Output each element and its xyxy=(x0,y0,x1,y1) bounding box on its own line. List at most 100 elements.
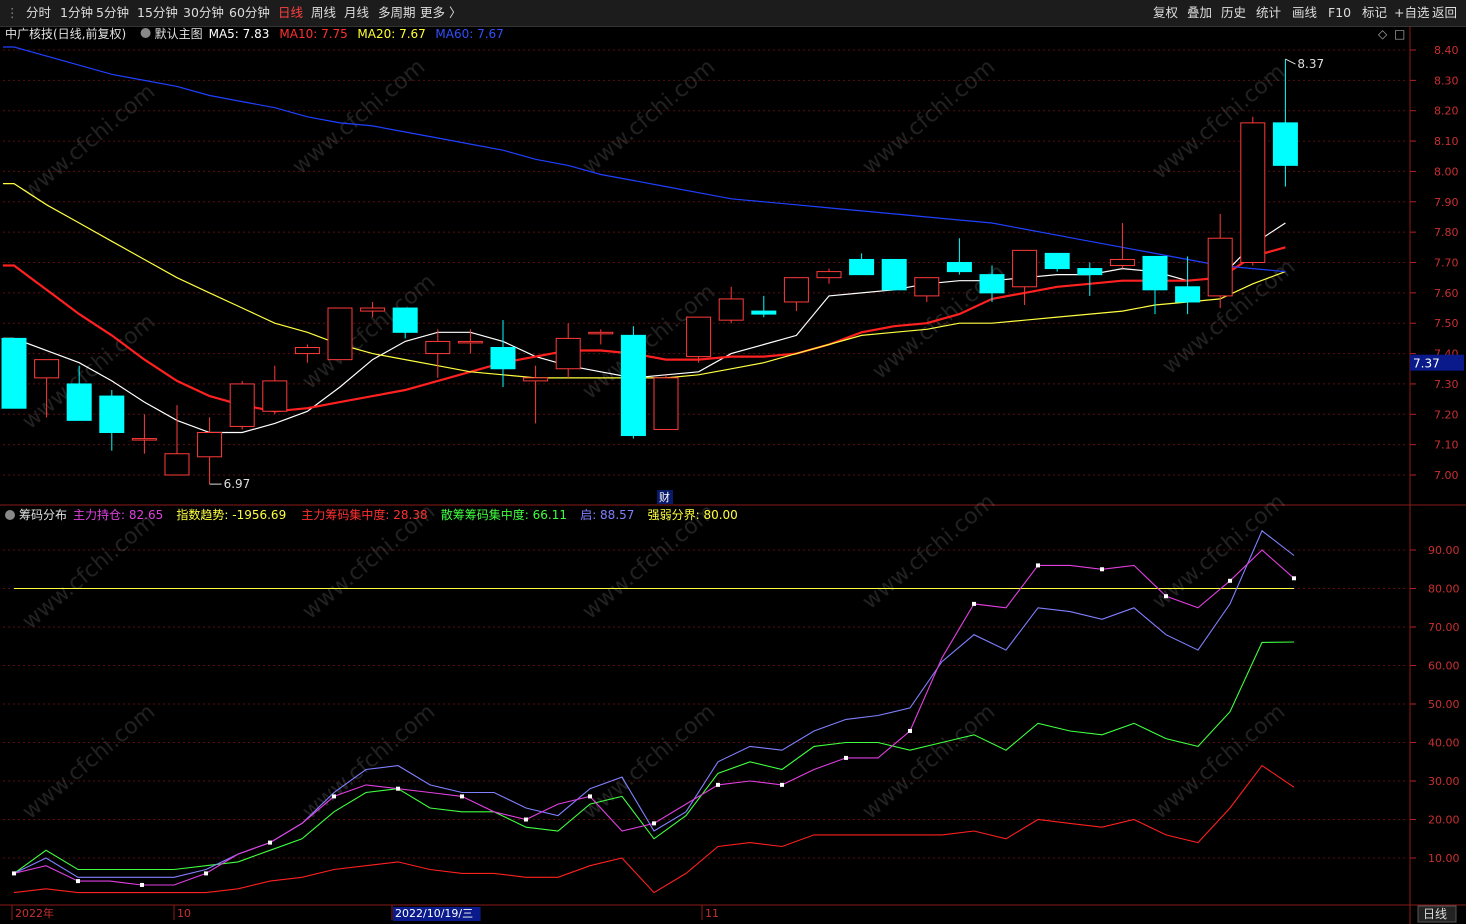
candle[interactable] xyxy=(490,320,516,387)
indicator-legend-0: 主力持仓: 82.65 xyxy=(73,507,163,522)
candle[interactable] xyxy=(1207,213,1233,309)
candle[interactable] xyxy=(751,295,777,318)
candle[interactable] xyxy=(588,329,614,345)
diamond-icon: ◇ xyxy=(1378,27,1388,41)
candle-body xyxy=(946,262,972,273)
candle[interactable] xyxy=(686,316,712,363)
candle[interactable] xyxy=(914,277,940,302)
ytick-label: 8.40 xyxy=(1434,44,1459,57)
period-tab-5[interactable]: 60分钟 xyxy=(229,0,270,26)
marker-point xyxy=(332,794,336,799)
collapse-icon[interactable]: ⋮ xyxy=(6,0,19,26)
period-tab-1[interactable]: 1分钟 xyxy=(60,0,93,26)
toolbar-right-4[interactable]: 画线 xyxy=(1292,0,1317,26)
candle-body xyxy=(1142,255,1168,291)
ytick-label: 8.00 xyxy=(1434,165,1459,178)
marker-point xyxy=(460,794,464,799)
candle-body xyxy=(555,337,581,370)
marker-point xyxy=(12,871,16,876)
candle-body xyxy=(751,310,777,315)
candle[interactable] xyxy=(229,380,255,430)
ytick-label: 8.30 xyxy=(1434,74,1459,87)
candle-body xyxy=(164,453,190,476)
period-tab-3[interactable]: 15分钟 xyxy=(137,0,178,26)
candle[interactable] xyxy=(620,326,646,439)
candle[interactable] xyxy=(99,390,125,451)
watermark-text: www.cfchi.com xyxy=(858,489,1000,614)
marker-point xyxy=(1164,594,1168,599)
candle[interactable] xyxy=(1240,116,1266,266)
watermark-text: www.cfchi.com xyxy=(18,79,160,204)
candle[interactable] xyxy=(816,268,842,284)
candle[interactable] xyxy=(783,277,809,312)
template-toggle-icon[interactable] xyxy=(140,28,151,38)
candle[interactable] xyxy=(1,337,27,409)
candle-body xyxy=(262,380,288,412)
period-tab-4[interactable]: 30分钟 xyxy=(183,0,224,26)
toolbar-right-1[interactable]: 叠加 xyxy=(1187,0,1212,26)
candle-body xyxy=(229,383,255,427)
candle[interactable] xyxy=(1044,252,1070,272)
toolbar-right-8[interactable]: 返回 xyxy=(1432,0,1457,26)
toolbar-right-6[interactable]: 标记 xyxy=(1362,0,1387,26)
candle[interactable] xyxy=(131,414,157,454)
watermark-text: www.cfchi.com xyxy=(858,699,1000,824)
candle[interactable] xyxy=(946,238,972,275)
toolbar-right-7[interactable]: +自选 xyxy=(1394,0,1429,26)
watermark-text: www.cfchi.com xyxy=(298,269,440,394)
candle[interactable] xyxy=(718,286,744,324)
marker-point xyxy=(524,817,528,822)
candle[interactable] xyxy=(457,329,483,354)
maximize-icon: □ xyxy=(1394,27,1405,41)
xtick-label: 2022/10/19/三 xyxy=(395,907,473,920)
indicator-legend-4: 启: 88.57 xyxy=(580,508,634,522)
marker-point xyxy=(780,782,784,787)
marker-point xyxy=(1100,567,1104,572)
candle[interactable] xyxy=(197,417,223,485)
marker-point xyxy=(844,755,848,760)
ytick-label: 8.10 xyxy=(1434,135,1459,148)
candle-body xyxy=(425,340,451,355)
indicator-legend-3: 散筹筹码集中度: 66.11 xyxy=(441,507,567,522)
period-tab-9[interactable]: 多周期 xyxy=(378,0,416,26)
watermark-text: www.cfchi.com xyxy=(298,699,440,824)
candle[interactable] xyxy=(1012,249,1038,305)
candle-body xyxy=(294,347,320,355)
ytick-label: 7.60 xyxy=(1434,287,1459,300)
ytick-label: 7.80 xyxy=(1434,226,1459,239)
period-tab-6[interactable]: 日线 xyxy=(278,0,303,26)
candle[interactable] xyxy=(1175,256,1201,315)
toolbar-right-5[interactable]: F10 xyxy=(1328,0,1351,26)
toolbar-right-3[interactable]: 统计 xyxy=(1256,0,1281,26)
watermark-text: www.cfchi.com xyxy=(1148,699,1290,824)
period-tab-0[interactable]: 分时 xyxy=(26,0,51,26)
toolbar-right-0[interactable]: 复权 xyxy=(1153,0,1178,26)
candle[interactable] xyxy=(1077,262,1103,296)
candle-body xyxy=(588,331,614,335)
period-button: 日线 xyxy=(1423,907,1447,921)
candle[interactable] xyxy=(653,374,679,430)
period-tab-8[interactable]: 月线 xyxy=(344,0,369,26)
period-tab-7[interactable]: 周线 xyxy=(311,0,336,26)
indicator-legend-2: 主力筹码集中度: 28.38 xyxy=(301,507,427,522)
watermark-text: www.cfchi.com xyxy=(18,509,160,634)
candle-body xyxy=(1109,258,1135,267)
candle-body xyxy=(523,377,549,382)
candle[interactable] xyxy=(1142,255,1168,315)
candle[interactable] xyxy=(425,329,451,378)
indicator-toggle-icon[interactable] xyxy=(5,510,15,520)
ytick-label: 60.00 xyxy=(1428,660,1460,673)
marker-point xyxy=(908,728,912,733)
candle[interactable] xyxy=(327,307,353,361)
candle[interactable] xyxy=(849,253,875,276)
candle[interactable] xyxy=(262,365,288,415)
candle[interactable] xyxy=(555,323,581,378)
candle-body xyxy=(1012,249,1038,288)
period-tab-2[interactable]: 5分钟 xyxy=(96,0,129,26)
candle[interactable] xyxy=(881,258,907,291)
marker-point xyxy=(1228,578,1232,583)
indicator-legend-5: 强弱分界: 80.00 xyxy=(648,508,738,522)
period-tab-10[interactable]: 更多 〉 xyxy=(420,0,461,26)
toolbar-right-2[interactable]: 历史 xyxy=(1221,0,1246,26)
candle[interactable] xyxy=(392,307,418,339)
